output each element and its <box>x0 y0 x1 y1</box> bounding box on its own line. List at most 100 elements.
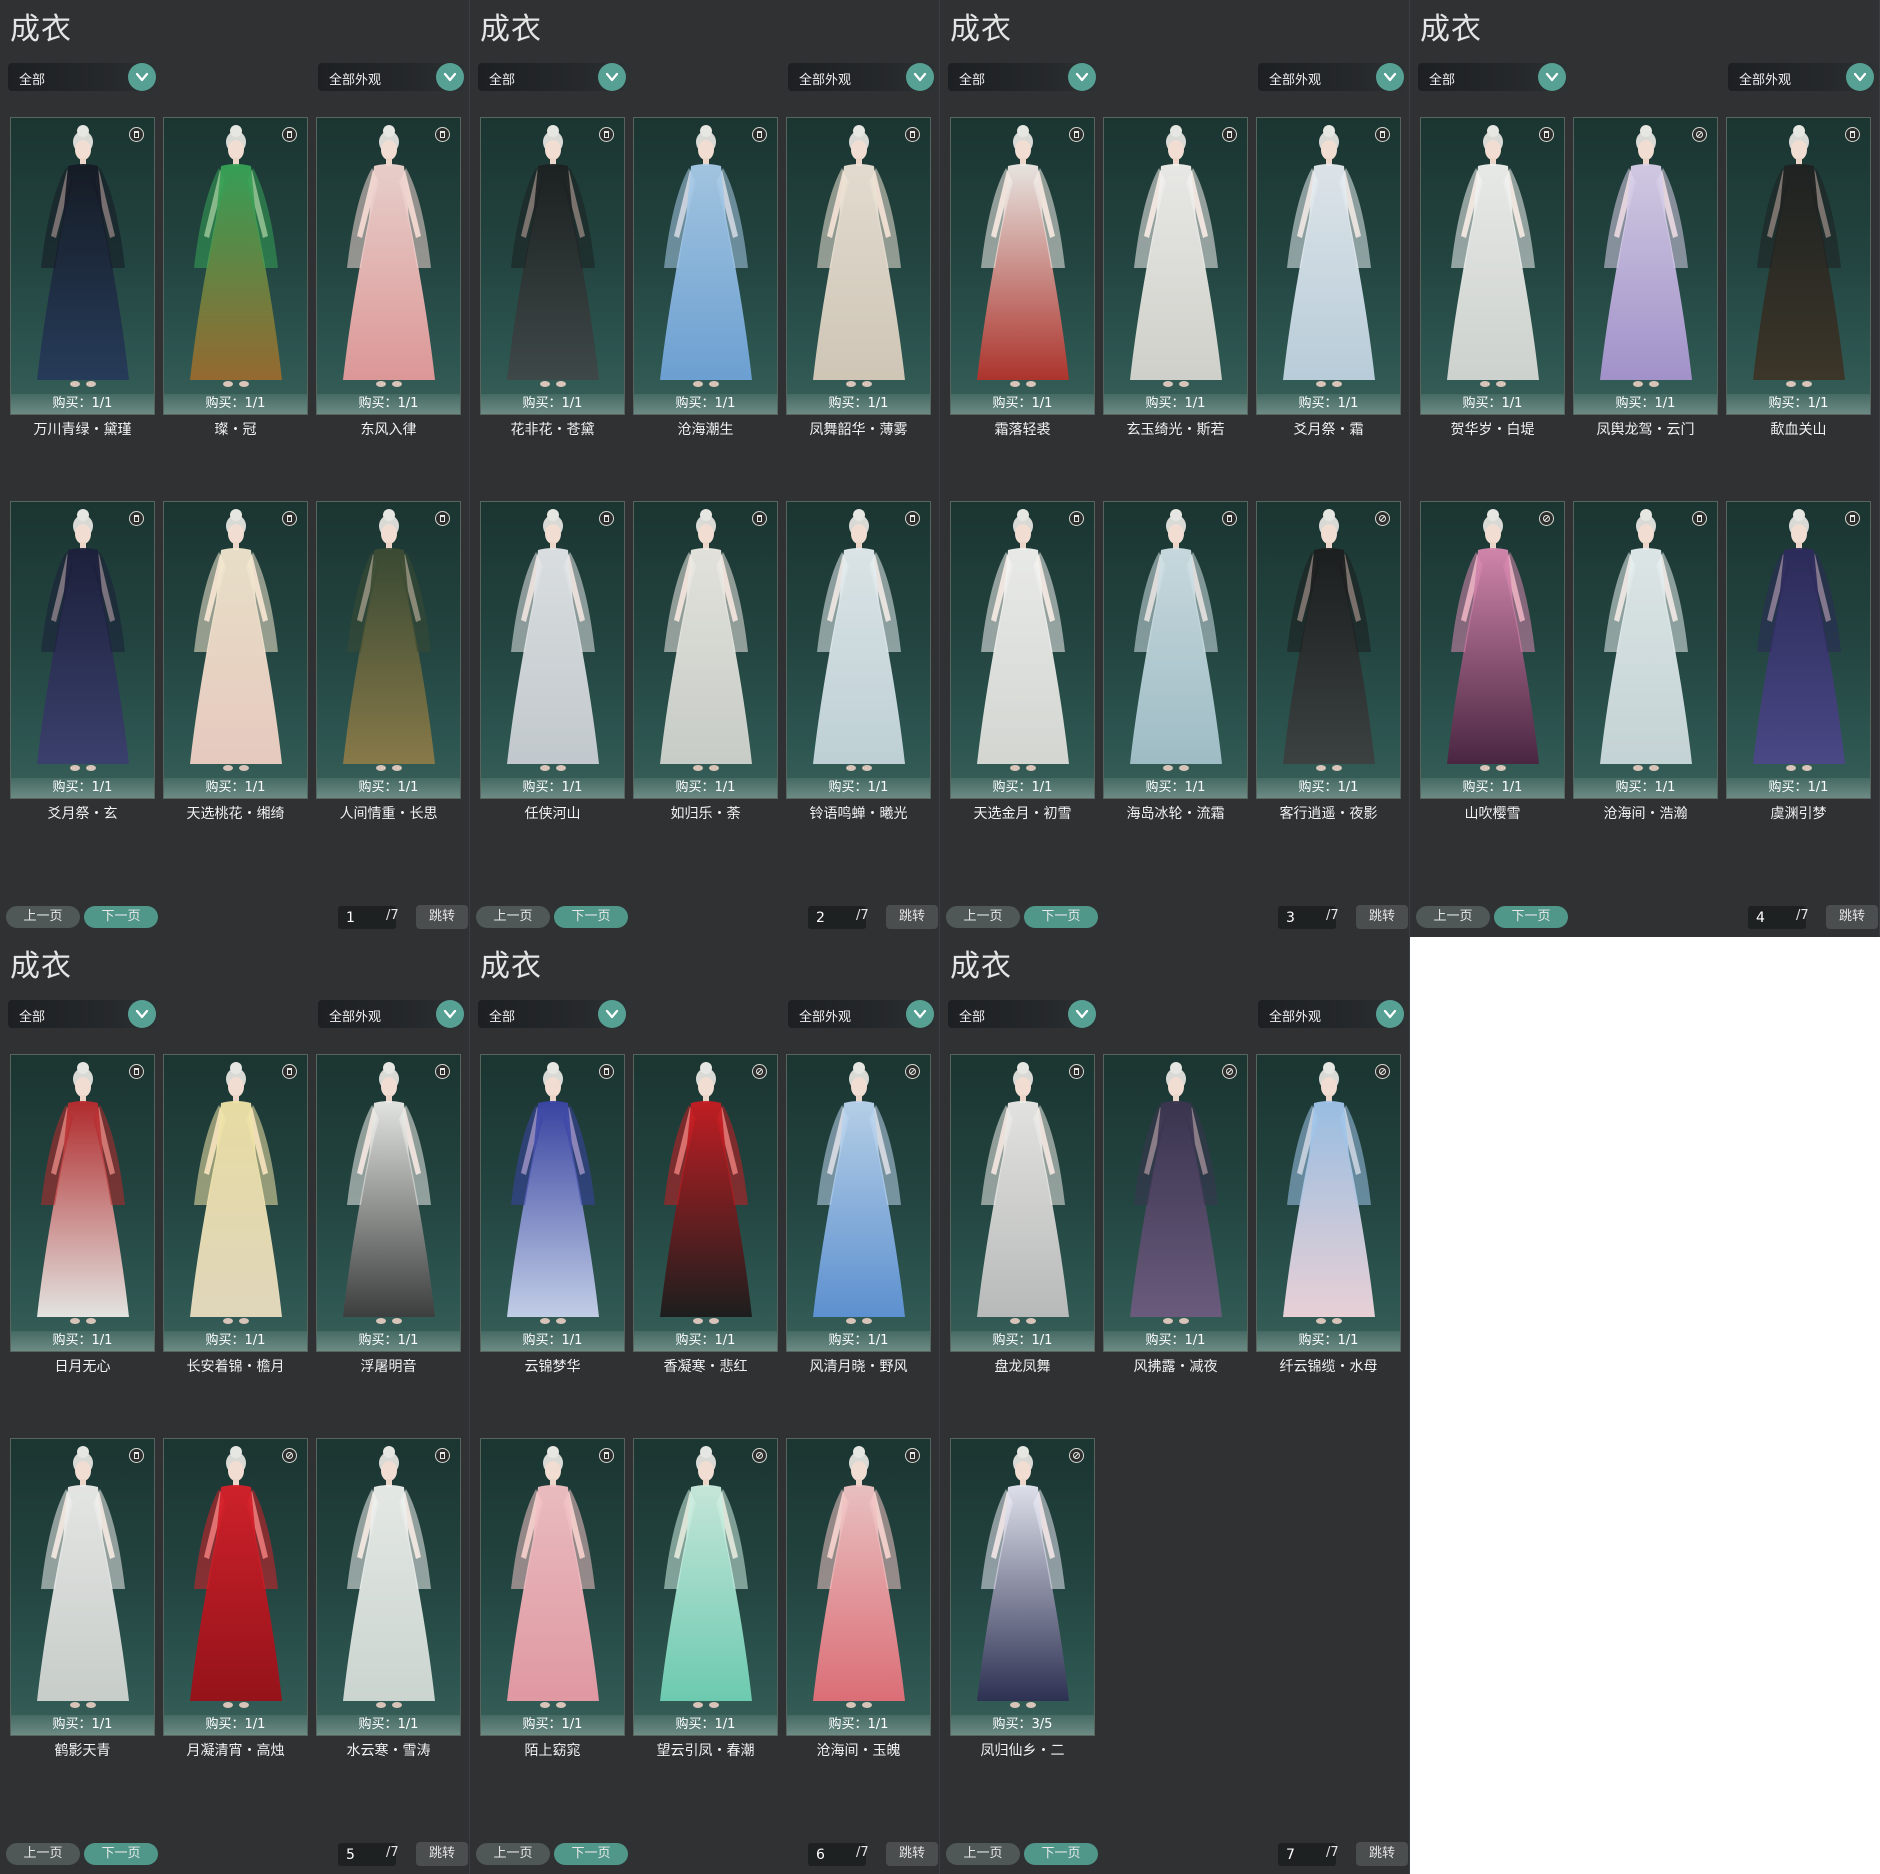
outfit-card[interactable]: 购买：1/1 沧海潮生 <box>633 117 778 438</box>
outfit-card[interactable]: 购买：1/1 月凝清宵・高烛 <box>163 1438 308 1759</box>
prev-page-button[interactable]: 上一页 <box>6 906 80 928</box>
outfit-card[interactable]: 购买：1/1 天选金月・初雪 <box>950 501 1095 822</box>
trash-icon[interactable] <box>1069 511 1084 526</box>
outfit-card[interactable]: 购买：1/1 风清月晓・野风 <box>786 1054 931 1375</box>
category-dropdown[interactable]: 全部 <box>948 1000 1096 1028</box>
jump-button[interactable]: 跳转 <box>1356 905 1408 929</box>
outfit-card[interactable]: 购买：1/1 歃血关山 <box>1726 117 1871 438</box>
trash-icon[interactable] <box>599 127 614 142</box>
locked-icon[interactable] <box>752 1064 767 1079</box>
outfit-thumbnail[interactable]: 购买：1/1 <box>633 117 778 415</box>
trash-icon[interactable] <box>282 1064 297 1079</box>
outfit-thumbnail[interactable]: 购买：1/1 <box>316 117 461 415</box>
locked-icon[interactable] <box>1375 1064 1390 1079</box>
outfit-thumbnail[interactable]: 购买：1/1 <box>1420 117 1565 415</box>
outfit-card[interactable]: 购买：1/1 沧海间・玉魄 <box>786 1438 931 1759</box>
next-page-button[interactable]: 下一页 <box>554 1843 628 1865</box>
trash-icon[interactable] <box>1069 1064 1084 1079</box>
outfit-thumbnail[interactable]: 购买：1/1 <box>163 117 308 415</box>
outfit-card[interactable]: 购买：1/1 沧海间・浩瀚 <box>1573 501 1718 822</box>
outfit-thumbnail[interactable]: 购买：1/1 <box>163 501 308 799</box>
next-page-button[interactable]: 下一页 <box>554 906 628 928</box>
trash-icon[interactable] <box>1222 511 1237 526</box>
jump-button[interactable]: 跳转 <box>416 905 468 929</box>
outfit-card[interactable]: 购买：1/1 如归乐・荼 <box>633 501 778 822</box>
outfit-thumbnail[interactable]: 购买：1/1 <box>950 117 1095 415</box>
trash-icon[interactable] <box>752 511 767 526</box>
outfit-thumbnail[interactable]: 购买：1/1 <box>10 117 155 415</box>
chevron-down-icon[interactable] <box>128 63 156 91</box>
trash-icon[interactable] <box>599 1448 614 1463</box>
category-dropdown[interactable]: 全部 <box>8 63 156 91</box>
outfit-card[interactable]: 购买：1/1 海岛冰轮・流霜 <box>1103 501 1248 822</box>
outfit-card[interactable]: 购买：1/1 虞渊引梦 <box>1726 501 1871 822</box>
trash-icon[interactable] <box>1692 511 1707 526</box>
outfit-thumbnail[interactable]: 购买：1/1 <box>786 501 931 799</box>
trash-icon[interactable] <box>435 1448 450 1463</box>
outfit-thumbnail[interactable]: 购买：1/1 <box>10 501 155 799</box>
trash-icon[interactable] <box>435 1064 450 1079</box>
locked-icon[interactable] <box>1069 1448 1084 1463</box>
outfit-thumbnail[interactable]: 购买：1/1 <box>1103 117 1248 415</box>
outfit-card[interactable]: 购买：1/1 长安着锦・檐月 <box>163 1054 308 1375</box>
trash-icon[interactable] <box>1845 511 1860 526</box>
appearance-dropdown[interactable]: 全部外观 <box>1258 1000 1404 1028</box>
outfit-card[interactable]: 购买：1/1 水云寒・雪涛 <box>316 1438 461 1759</box>
chevron-down-icon[interactable] <box>436 63 464 91</box>
outfit-card[interactable]: 购买：1/1 鹤影天青 <box>10 1438 155 1759</box>
locked-icon[interactable] <box>1222 1064 1237 1079</box>
outfit-thumbnail[interactable]: 购买：1/1 <box>316 501 461 799</box>
outfit-card[interactable]: 购买：1/1 浮屠明音 <box>316 1054 461 1375</box>
prev-page-button[interactable]: 上一页 <box>476 1843 550 1865</box>
outfit-card[interactable]: 购买：1/1 人间情重・长思 <box>316 501 461 822</box>
next-page-button[interactable]: 下一页 <box>1494 906 1568 928</box>
outfit-thumbnail[interactable]: 购买：1/1 <box>480 501 625 799</box>
appearance-dropdown[interactable]: 全部外观 <box>1728 63 1874 91</box>
outfit-card[interactable]: 购买：1/1 玄玉绮光・斯若 <box>1103 117 1248 438</box>
outfit-thumbnail[interactable]: 购买：1/1 <box>480 1438 625 1736</box>
outfit-card[interactable]: 购买：1/1 陌上窈窕 <box>480 1438 625 1759</box>
chevron-down-icon[interactable] <box>1068 1000 1096 1028</box>
appearance-dropdown[interactable]: 全部外观 <box>318 1000 464 1028</box>
trash-icon[interactable] <box>435 127 450 142</box>
locked-icon[interactable] <box>282 1448 297 1463</box>
trash-icon[interactable] <box>599 1064 614 1079</box>
trash-icon[interactable] <box>1069 127 1084 142</box>
chevron-down-icon[interactable] <box>598 1000 626 1028</box>
outfit-thumbnail[interactable]: 购买：1/1 <box>10 1054 155 1352</box>
jump-button[interactable]: 跳转 <box>886 1842 938 1866</box>
chevron-down-icon[interactable] <box>1846 63 1874 91</box>
outfit-thumbnail[interactable]: 购买：1/1 <box>950 501 1095 799</box>
outfit-card[interactable]: 购买：1/1 铃语鸣蝉・曦光 <box>786 501 931 822</box>
outfit-card[interactable]: 购买：1/1 风拂露・减夜 <box>1103 1054 1248 1375</box>
category-dropdown[interactable]: 全部 <box>478 63 626 91</box>
outfit-thumbnail[interactable]: 购买：1/1 <box>1573 117 1718 415</box>
outfit-card[interactable]: 购买：1/1 客行逍遥・夜影 <box>1256 501 1401 822</box>
outfit-thumbnail[interactable]: 购买：1/1 <box>316 1438 461 1736</box>
outfit-thumbnail[interactable]: 购买：1/1 <box>786 117 931 415</box>
chevron-down-icon[interactable] <box>128 1000 156 1028</box>
outfit-thumbnail[interactable]: 购买：3/5 <box>950 1438 1095 1736</box>
outfit-card[interactable]: 购买：1/1 日月无心 <box>10 1054 155 1375</box>
chevron-down-icon[interactable] <box>1538 63 1566 91</box>
category-dropdown[interactable]: 全部 <box>1418 63 1566 91</box>
outfit-card[interactable]: 购买：1/1 任侠河山 <box>480 501 625 822</box>
chevron-down-icon[interactable] <box>436 1000 464 1028</box>
trash-icon[interactable] <box>1845 127 1860 142</box>
next-page-button[interactable]: 下一页 <box>84 906 158 928</box>
outfit-thumbnail[interactable]: 购买：1/1 <box>1256 117 1401 415</box>
chevron-down-icon[interactable] <box>1068 63 1096 91</box>
trash-icon[interactable] <box>905 511 920 526</box>
trash-icon[interactable] <box>752 127 767 142</box>
outfit-thumbnail[interactable]: 购买：1/1 <box>633 501 778 799</box>
outfit-thumbnail[interactable]: 购买：1/1 <box>163 1438 308 1736</box>
outfit-card[interactable]: 购买：1/1 香凝寒・悲红 <box>633 1054 778 1375</box>
outfit-thumbnail[interactable]: 购买：1/1 <box>1103 501 1248 799</box>
outfit-card[interactable]: 购买：1/1 万川青绿・黛瑾 <box>10 117 155 438</box>
trash-icon[interactable] <box>905 127 920 142</box>
outfit-thumbnail[interactable]: 购买：1/1 <box>163 1054 308 1352</box>
jump-button[interactable]: 跳转 <box>886 905 938 929</box>
outfit-thumbnail[interactable]: 购买：1/1 <box>480 117 625 415</box>
jump-button[interactable]: 跳转 <box>1356 1842 1408 1866</box>
outfit-thumbnail[interactable]: 购买：1/1 <box>1573 501 1718 799</box>
